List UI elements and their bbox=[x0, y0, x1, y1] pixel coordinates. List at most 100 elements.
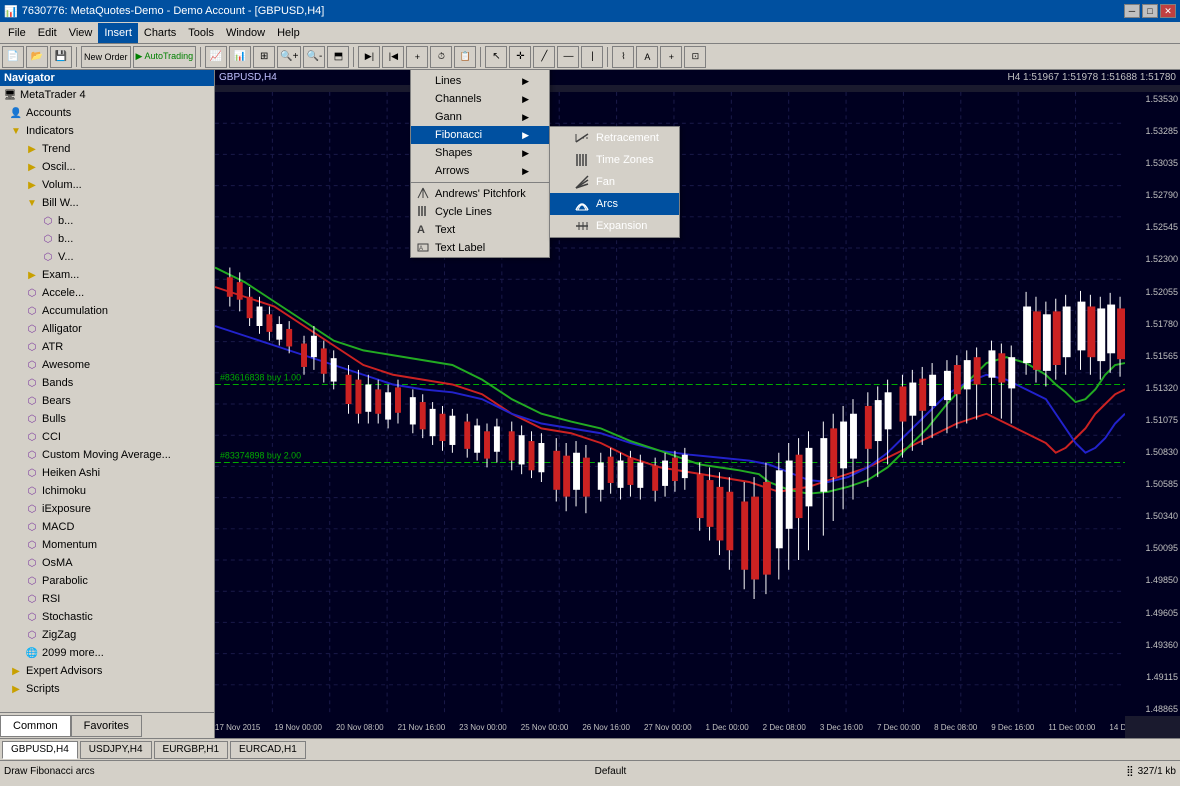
nav-atr[interactable]: ⬡ ATR bbox=[0, 338, 214, 356]
nav-bands[interactable]: ⬡ Bands bbox=[0, 374, 214, 392]
minimize-button[interactable]: ─ bbox=[1124, 4, 1140, 18]
nav-expert-advisors[interactable]: ▶ Expert Advisors bbox=[0, 662, 214, 680]
cursor-btn[interactable]: ↖ bbox=[485, 46, 507, 68]
save-btn[interactable]: 💾 bbox=[50, 46, 72, 68]
nav-accele[interactable]: ⬡ Accele... bbox=[0, 284, 214, 302]
tab-gbpusd[interactable]: GBPUSD,H4 bbox=[2, 741, 78, 759]
line-btn[interactable]: ╱ bbox=[533, 46, 555, 68]
menu-text-label[interactable]: A Text Label bbox=[411, 239, 549, 257]
nav-osma[interactable]: ⬡ OsMA bbox=[0, 554, 214, 572]
nav-accounts[interactable]: 👤 Accounts bbox=[0, 104, 214, 122]
submenu-fan[interactable]: Fan bbox=[550, 171, 679, 193]
menu-shapes[interactable]: Shapes ▶ bbox=[411, 144, 549, 162]
nav-cci[interactable]: ⬡ CCI bbox=[0, 428, 214, 446]
menu-andrews-pitchfork[interactable]: Andrews' Pitchfork bbox=[411, 185, 549, 203]
nav-parabolic[interactable]: ⬡ Parabolic bbox=[0, 572, 214, 590]
period-btn2[interactable]: |◀ bbox=[382, 46, 404, 68]
zoom-out-btn[interactable]: 🔍- bbox=[303, 46, 325, 68]
iexposure-icon: ⬡ bbox=[24, 501, 40, 517]
submenu-timezones[interactable]: Time Zones bbox=[550, 149, 679, 171]
menu-cycle-lines[interactable]: Cycle Lines bbox=[411, 203, 549, 221]
menu-window[interactable]: Window bbox=[220, 23, 271, 43]
nav-momentum[interactable]: ⬡ Momentum bbox=[0, 536, 214, 554]
nav-tab-favorites[interactable]: Favorites bbox=[71, 715, 142, 737]
submenu-arcs[interactable]: Arcs bbox=[550, 193, 679, 215]
price-19: 1.49115 bbox=[1125, 672, 1180, 682]
zoom-in-btn[interactable]: 🔍+ bbox=[277, 46, 301, 68]
nav-more[interactable]: 🌐 2099 more... bbox=[0, 644, 214, 662]
nav-oscil[interactable]: ▶ Oscil... bbox=[0, 158, 214, 176]
nav-heikenashi[interactable]: ⬡ Heiken Ashi bbox=[0, 464, 214, 482]
close-button[interactable]: ✕ bbox=[1160, 4, 1176, 18]
nav-awesome[interactable]: ⬡ Awesome bbox=[0, 356, 214, 374]
nav-ichimoku[interactable]: ⬡ Ichimoku bbox=[0, 482, 214, 500]
menu-channels[interactable]: Channels ▶ bbox=[411, 90, 549, 108]
maximize-button[interactable]: □ bbox=[1142, 4, 1158, 18]
nav-scripts[interactable]: ▶ Scripts bbox=[0, 680, 214, 698]
nav-tab-common[interactable]: Common bbox=[0, 715, 71, 737]
crosshair-btn[interactable]: ✛ bbox=[509, 46, 531, 68]
chart-tool3[interactable]: ⊞ bbox=[253, 46, 275, 68]
nav-metatrader4[interactable]: 🖥 MetaTrader 4 bbox=[0, 86, 214, 104]
menu-help[interactable]: Help bbox=[271, 23, 306, 43]
text-btn[interactable]: A bbox=[636, 46, 658, 68]
nav-bulls[interactable]: ⬡ Bulls bbox=[0, 410, 214, 428]
menu-view[interactable]: View bbox=[63, 23, 99, 43]
new-order-btn[interactable]: New Order bbox=[81, 46, 131, 68]
submenu-retracement[interactable]: Retracement bbox=[550, 127, 679, 149]
nav-accumulation[interactable]: ⬡ Accumulation bbox=[0, 302, 214, 320]
nav-bears[interactable]: ⬡ Bears bbox=[0, 392, 214, 410]
nav-macd[interactable]: ⬡ MACD bbox=[0, 518, 214, 536]
menu-gann[interactable]: Gann ▶ bbox=[411, 108, 549, 126]
auto-trading-btn[interactable]: ▶ AutoTrading bbox=[133, 46, 197, 68]
retracement-icon bbox=[574, 130, 590, 146]
chart-tool2[interactable]: 📊 bbox=[229, 46, 251, 68]
fib-btn[interactable]: ⌇ bbox=[612, 46, 634, 68]
template-btn[interactable]: ⊡ bbox=[684, 46, 706, 68]
open-btn[interactable]: 📂 bbox=[26, 46, 48, 68]
nav-b1[interactable]: ⬡ b... bbox=[0, 212, 214, 230]
submenu-expansion[interactable]: Expansion bbox=[550, 215, 679, 237]
text-label-icon: A bbox=[417, 224, 425, 236]
chart-tabs: GBPUSD,H4 USDJPY,H4 EURGBP,H1 EURCAD,H1 bbox=[0, 738, 1180, 760]
vline-btn[interactable]: | bbox=[581, 46, 603, 68]
nav-volume[interactable]: ▶ Volum... bbox=[0, 176, 214, 194]
nav-billw[interactable]: ▼ Bill W... bbox=[0, 194, 214, 212]
nav-zigzag[interactable]: ⬡ ZigZag bbox=[0, 626, 214, 644]
chart-scroll[interactable]: ⬒ bbox=[327, 46, 349, 68]
nav-rsi[interactable]: ⬡ RSI bbox=[0, 590, 214, 608]
nav-exam[interactable]: ▶ Exam... bbox=[0, 266, 214, 284]
tab-eurcad[interactable]: EURCAD,H1 bbox=[230, 741, 306, 759]
menu-text[interactable]: A Text bbox=[411, 221, 549, 239]
period-btn4[interactable]: ⏱ bbox=[430, 46, 452, 68]
menu-fibonacci[interactable]: Fibonacci ▶ Retracement Ti bbox=[411, 126, 549, 144]
nav-trend[interactable]: ▶ Trend bbox=[0, 140, 214, 158]
menu-edit[interactable]: Edit bbox=[32, 23, 63, 43]
zoom-level[interactable]: + bbox=[660, 46, 682, 68]
menu-bar: File Edit View Insert Charts Tools Windo… bbox=[0, 22, 1180, 44]
tab-usdjpy[interactable]: USDJPY,H4 bbox=[80, 741, 152, 759]
period-btn1[interactable]: ▶| bbox=[358, 46, 380, 68]
menu-lines[interactable]: Lines ▶ bbox=[411, 72, 549, 90]
menu-insert[interactable]: Insert bbox=[98, 23, 138, 43]
hline-btn[interactable]: — bbox=[557, 46, 579, 68]
nav-stochastic[interactable]: ⬡ Stochastic bbox=[0, 608, 214, 626]
navigator-body[interactable]: 🖥 MetaTrader 4 👤 Accounts ▼ Indicators ▶… bbox=[0, 86, 214, 712]
menu-file[interactable]: File bbox=[2, 23, 32, 43]
menu-tools[interactable]: Tools bbox=[182, 23, 220, 43]
period-btn5[interactable]: 📋 bbox=[454, 46, 476, 68]
menu-arrows[interactable]: Arrows ▶ bbox=[411, 162, 549, 180]
nav-indicators[interactable]: ▼ Indicators bbox=[0, 122, 214, 140]
nav-b2[interactable]: ⬡ b... bbox=[0, 230, 214, 248]
tab-eurgbp[interactable]: EURGBP,H1 bbox=[154, 741, 229, 759]
nav-alligator[interactable]: ⬡ Alligator bbox=[0, 320, 214, 338]
menu-charts[interactable]: Charts bbox=[138, 23, 182, 43]
nav-iexposure[interactable]: ⬡ iExposure bbox=[0, 500, 214, 518]
chart-tool1[interactable]: 📈 bbox=[205, 46, 227, 68]
nav-v1[interactable]: ⬡ V... bbox=[0, 248, 214, 266]
new-chart-btn[interactable]: 📄 bbox=[2, 46, 24, 68]
exam-folder-icon: ▶ bbox=[24, 267, 40, 283]
fibonacci-submenu: Retracement Time Zones Fan bbox=[549, 126, 680, 238]
nav-cma[interactable]: ⬡ Custom Moving Average... bbox=[0, 446, 214, 464]
period-btn3[interactable]: + bbox=[406, 46, 428, 68]
